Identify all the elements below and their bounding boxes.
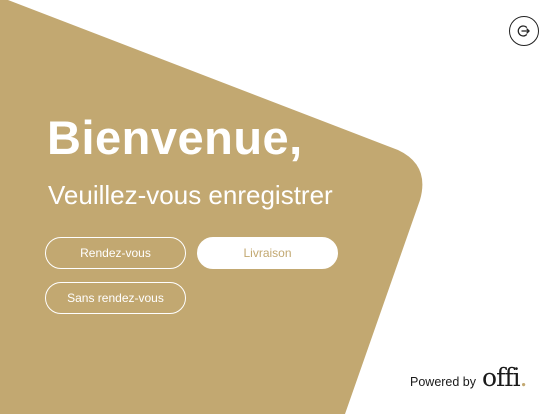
welcome-screen: Bienvenue, Veuillez-vous enregistrer Ren… (0, 0, 552, 414)
welcome-subtitle: Veuillez-vous enregistrer (48, 180, 333, 210)
powered-by-label: Powered by (410, 375, 477, 389)
logout-icon (517, 25, 530, 37)
logout-button[interactable] (509, 16, 539, 46)
rendezvous-button[interactable]: Rendez-vous (45, 237, 186, 269)
offi-logo: offi (482, 363, 521, 392)
welcome-title: Bienvenue, (47, 111, 303, 164)
offi-logo-dot: . (519, 363, 528, 392)
sans-rendezvous-button[interactable]: Sans rendez-vous (45, 282, 186, 314)
livraison-button[interactable]: Livraison (197, 237, 338, 269)
powered-by-footer: Powered by offi. (410, 364, 528, 392)
